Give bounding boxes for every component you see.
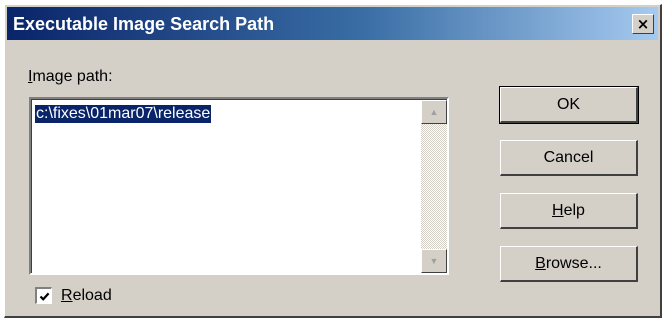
browse-button-label: Browse... <box>535 254 602 272</box>
image-path-label: Image path: <box>28 68 113 85</box>
help-button-label: Help <box>552 201 585 219</box>
scroll-up-arrow-icon: ▲ <box>429 106 439 117</box>
browse-button[interactable]: Browse... <box>500 246 638 282</box>
image-search-path-dialog: Executable Image Search Path × Image pat… <box>4 4 662 318</box>
ok-button[interactable]: OK <box>499 86 639 124</box>
ok-button-label: OK <box>556 95 581 113</box>
cancel-button-label: Cancel <box>543 148 594 166</box>
close-icon: × <box>636 14 650 33</box>
help-button[interactable]: Help <box>500 193 638 229</box>
checkmark-icon <box>39 292 49 301</box>
scroll-down-arrow-icon: ▼ <box>429 255 439 266</box>
image-path-value[interactable]: c:\fixes\01mar07\release <box>35 105 212 123</box>
reload-label[interactable]: Reload <box>61 287 112 305</box>
cancel-button[interactable]: Cancel <box>500 140 638 176</box>
scroll-up-button[interactable]: ▲ <box>421 100 447 124</box>
vertical-scrollbar[interactable]: ▲ ▼ <box>421 100 447 273</box>
image-path-textbox[interactable]: c:\fixes\01mar07\release ▲ ▼ <box>29 97 449 275</box>
image-path-textbox-inner: c:\fixes\01mar07\release ▲ ▼ <box>31 99 447 273</box>
window-title: Executable Image Search Path <box>13 14 275 34</box>
close-button[interactable]: × <box>632 14 654 34</box>
scroll-down-button[interactable]: ▼ <box>421 249 447 273</box>
title-bar: Executable Image Search Path × <box>7 7 658 40</box>
reload-checkbox[interactable] <box>35 287 52 304</box>
